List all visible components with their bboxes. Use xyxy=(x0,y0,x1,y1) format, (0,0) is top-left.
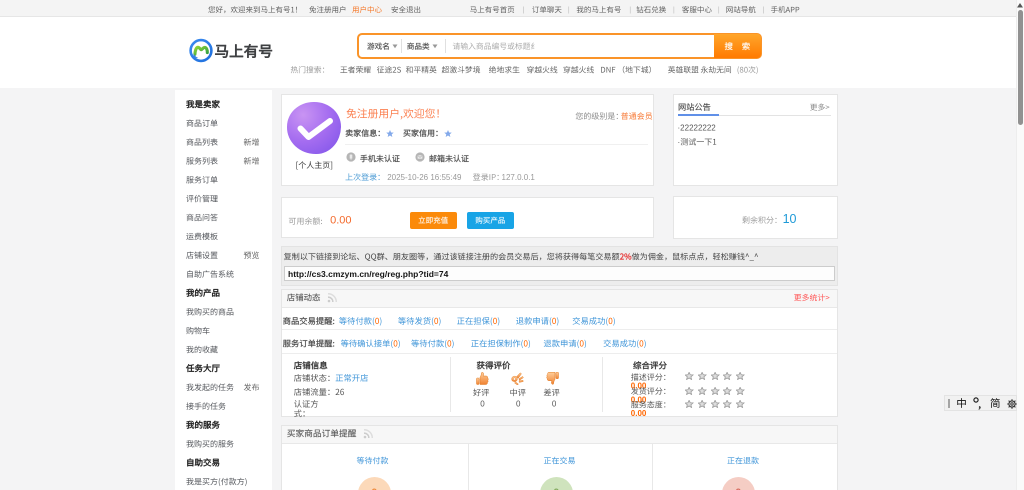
svg-text:|: | xyxy=(523,5,525,14)
svg-text:2025-10-26 16:55:49: 2025-10-26 16:55:49 xyxy=(387,173,462,182)
svg-text:|: | xyxy=(629,5,631,14)
svg-text:10: 10 xyxy=(783,212,797,226)
svg-text:0: 0 xyxy=(480,400,485,409)
svg-text:|: | xyxy=(718,5,720,14)
svg-text:127.0.0.1: 127.0.0.1 xyxy=(502,173,536,182)
svg-text:|: | xyxy=(568,5,570,14)
svg-text:0: 0 xyxy=(516,400,521,409)
svg-text:·22222222: ·22222222 xyxy=(678,123,717,132)
svg-text:0: 0 xyxy=(371,487,377,490)
svg-text:0.00: 0.00 xyxy=(631,409,647,418)
svg-text:·: · xyxy=(678,138,681,147)
svg-text:|: | xyxy=(763,5,765,14)
svg-text:0: 0 xyxy=(552,400,557,409)
svg-text:|: | xyxy=(673,5,675,14)
svg-text:0: 0 xyxy=(553,487,559,490)
svg-text:0.00: 0.00 xyxy=(330,215,351,227)
svg-text:0: 0 xyxy=(735,487,741,490)
svg-text:http://cs3.cmzym.cn/reg/reg.ph: http://cs3.cmzym.cn/reg/reg.php?tid=74 xyxy=(288,269,449,279)
